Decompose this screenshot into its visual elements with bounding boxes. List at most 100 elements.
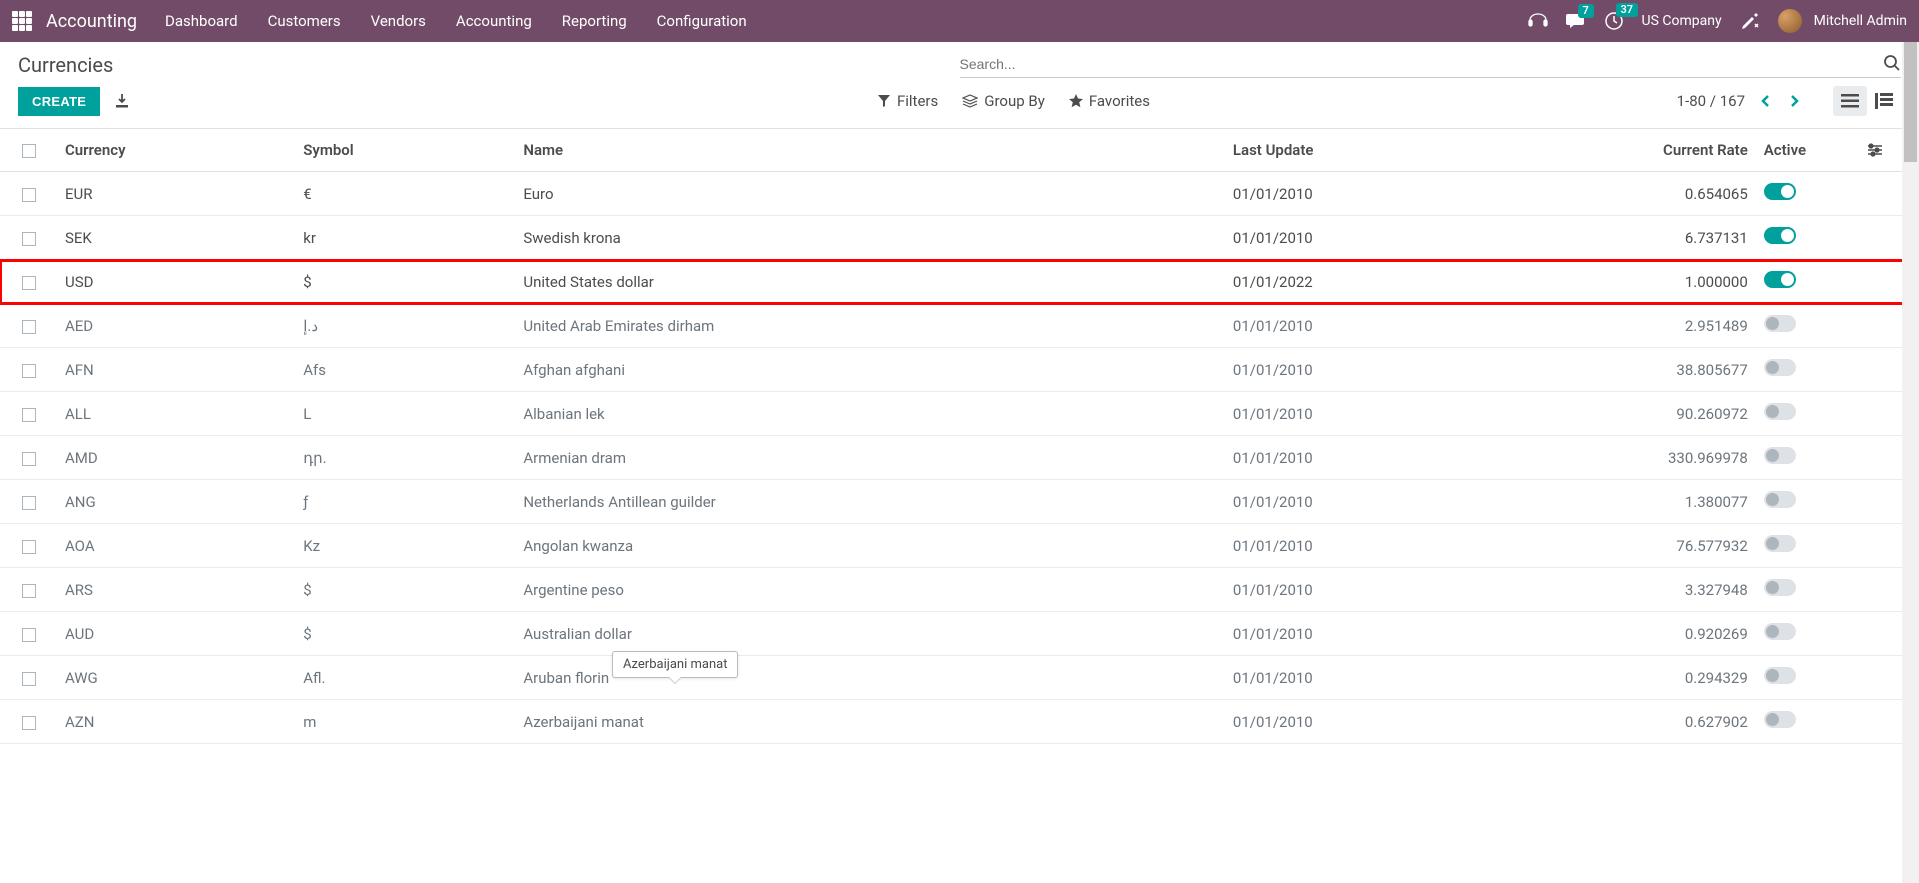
page-title: Currencies — [18, 53, 113, 77]
app-brand[interactable]: Accounting — [46, 11, 137, 32]
kanban-view-icon[interactable] — [1867, 86, 1901, 116]
row-checkbox[interactable] — [22, 320, 36, 334]
cell-currency: USD — [57, 260, 295, 304]
menu-accounting[interactable]: Accounting — [456, 12, 532, 30]
cell-active — [1756, 700, 1860, 744]
table-row[interactable]: AUD$Australian dollar01/01/20100.920269 — [0, 612, 1919, 656]
cell-active — [1756, 392, 1860, 436]
active-toggle[interactable] — [1764, 403, 1796, 420]
company-switcher[interactable]: US Company — [1642, 13, 1722, 29]
column-header-last-update[interactable]: Last Update — [1225, 129, 1613, 172]
table-row[interactable]: ARS$Argentine peso01/01/20103.327948 — [0, 568, 1919, 612]
table-row[interactable]: AMDդր.Armenian dram01/01/2010330.969978 — [0, 436, 1919, 480]
active-toggle[interactable] — [1764, 359, 1796, 376]
row-checkbox[interactable] — [22, 276, 36, 290]
row-checkbox[interactable] — [22, 496, 36, 510]
cell-last-update: 01/01/2010 — [1225, 304, 1613, 348]
cell-active — [1756, 524, 1860, 568]
support-icon[interactable] — [1528, 12, 1548, 30]
cell-last-update: 01/01/2010 — [1225, 480, 1613, 524]
user-name-label: Mitchell Admin — [1814, 13, 1907, 29]
search-bar[interactable] — [960, 52, 1902, 78]
active-toggle[interactable] — [1764, 623, 1796, 640]
row-checkbox[interactable] — [22, 188, 36, 202]
column-header-name[interactable]: Name — [515, 129, 1225, 172]
row-checkbox[interactable] — [22, 672, 36, 686]
column-header-active[interactable]: Active — [1756, 129, 1860, 172]
row-checkbox[interactable] — [22, 540, 36, 554]
table-row[interactable]: AOAKzAngolan kwanza01/01/201076.577932 — [0, 524, 1919, 568]
table-row[interactable]: ANGƒNetherlands Antillean guilder01/01/2… — [0, 480, 1919, 524]
row-checkbox[interactable] — [22, 716, 36, 730]
column-header-current-rate[interactable]: Current Rate — [1613, 129, 1755, 172]
cell-symbol: kr — [295, 216, 515, 260]
import-icon[interactable] — [114, 93, 130, 109]
select-all-checkbox[interactable] — [22, 144, 36, 158]
cell-currency: EUR — [57, 172, 295, 216]
pager-next-icon[interactable] — [1787, 94, 1801, 108]
user-menu[interactable]: Mitchell Admin — [1778, 9, 1907, 33]
cell-rate: 76.577932 — [1613, 524, 1755, 568]
debug-icon[interactable] — [1740, 11, 1760, 31]
optional-columns-icon[interactable] — [1867, 143, 1897, 157]
active-toggle[interactable] — [1764, 667, 1796, 684]
scrollbar-thumb[interactable] — [1904, 42, 1917, 162]
active-toggle[interactable] — [1764, 579, 1796, 596]
active-toggle[interactable] — [1764, 183, 1796, 200]
create-button[interactable]: CREATE — [18, 87, 100, 116]
cell-currency: AUD — [57, 612, 295, 656]
row-checkbox[interactable] — [22, 628, 36, 642]
column-header-symbol[interactable]: Symbol — [295, 129, 515, 172]
menu-dashboard[interactable]: Dashboard — [165, 12, 238, 30]
search-input[interactable] — [960, 56, 1902, 72]
messages-icon[interactable]: 7 — [1566, 12, 1586, 30]
menu-vendors[interactable]: Vendors — [371, 12, 426, 30]
filters-button[interactable]: Filters — [877, 92, 938, 110]
cell-active — [1756, 216, 1860, 260]
search-icon[interactable] — [1883, 54, 1901, 72]
activities-badge: 37 — [1616, 3, 1639, 17]
groupby-button[interactable]: Group By — [962, 92, 1045, 110]
row-checkbox[interactable] — [22, 364, 36, 378]
active-toggle[interactable] — [1764, 227, 1796, 244]
menu-customers[interactable]: Customers — [268, 12, 341, 30]
active-toggle[interactable] — [1764, 535, 1796, 552]
list-view-icon[interactable] — [1833, 86, 1867, 116]
favorites-button[interactable]: Favorites — [1069, 92, 1150, 110]
cell-active — [1756, 348, 1860, 392]
menu-reporting[interactable]: Reporting — [562, 12, 627, 30]
row-checkbox[interactable] — [22, 452, 36, 466]
scrollbar[interactable] — [1902, 42, 1919, 883]
row-checkbox[interactable] — [22, 232, 36, 246]
cell-last-update: 01/01/2010 — [1225, 656, 1613, 700]
pager-prev-icon[interactable] — [1759, 94, 1773, 108]
row-checkbox[interactable] — [22, 408, 36, 422]
cell-name: Netherlands Antillean guilder — [515, 480, 1225, 524]
filters-label: Filters — [897, 92, 938, 110]
row-checkbox[interactable] — [22, 584, 36, 598]
active-toggle[interactable] — [1764, 711, 1796, 728]
column-header-currency[interactable]: Currency — [57, 129, 295, 172]
table-row[interactable]: SEKkrSwedish krona01/01/20106.737131 — [0, 216, 1919, 260]
apps-icon[interactable] — [12, 11, 32, 31]
table-row[interactable]: USD$United States dollar01/01/20221.0000… — [0, 260, 1919, 304]
table-row[interactable]: AFNAfsAfghan afghani01/01/201038.805677 — [0, 348, 1919, 392]
cell-name: United Arab Emirates dirham — [515, 304, 1225, 348]
avatar — [1778, 9, 1802, 33]
active-toggle[interactable] — [1764, 491, 1796, 508]
table-row[interactable]: EUR€Euro01/01/20100.654065 — [0, 172, 1919, 216]
cell-last-update: 01/01/2010 — [1225, 524, 1613, 568]
active-toggle[interactable] — [1764, 271, 1796, 288]
table-row[interactable]: AEDد.إUnited Arab Emirates dirham01/01/2… — [0, 304, 1919, 348]
cell-last-update: 01/01/2010 — [1225, 568, 1613, 612]
activities-icon[interactable]: 37 — [1604, 11, 1624, 31]
cell-active — [1756, 480, 1860, 524]
table-row[interactable]: AWGAfl.Aruban florin01/01/20100.294329 — [0, 656, 1919, 700]
messages-badge: 7 — [1578, 4, 1594, 18]
active-toggle[interactable] — [1764, 315, 1796, 332]
table-row[interactable]: ALLLAlbanian lek01/01/201090.260972 — [0, 392, 1919, 436]
table-row[interactable]: AZNmAzerbaijani manat01/01/20100.627902 — [0, 700, 1919, 744]
active-toggle[interactable] — [1764, 447, 1796, 464]
menu-configuration[interactable]: Configuration — [657, 12, 747, 30]
pager-text[interactable]: 1-80 / 167 — [1677, 92, 1745, 110]
